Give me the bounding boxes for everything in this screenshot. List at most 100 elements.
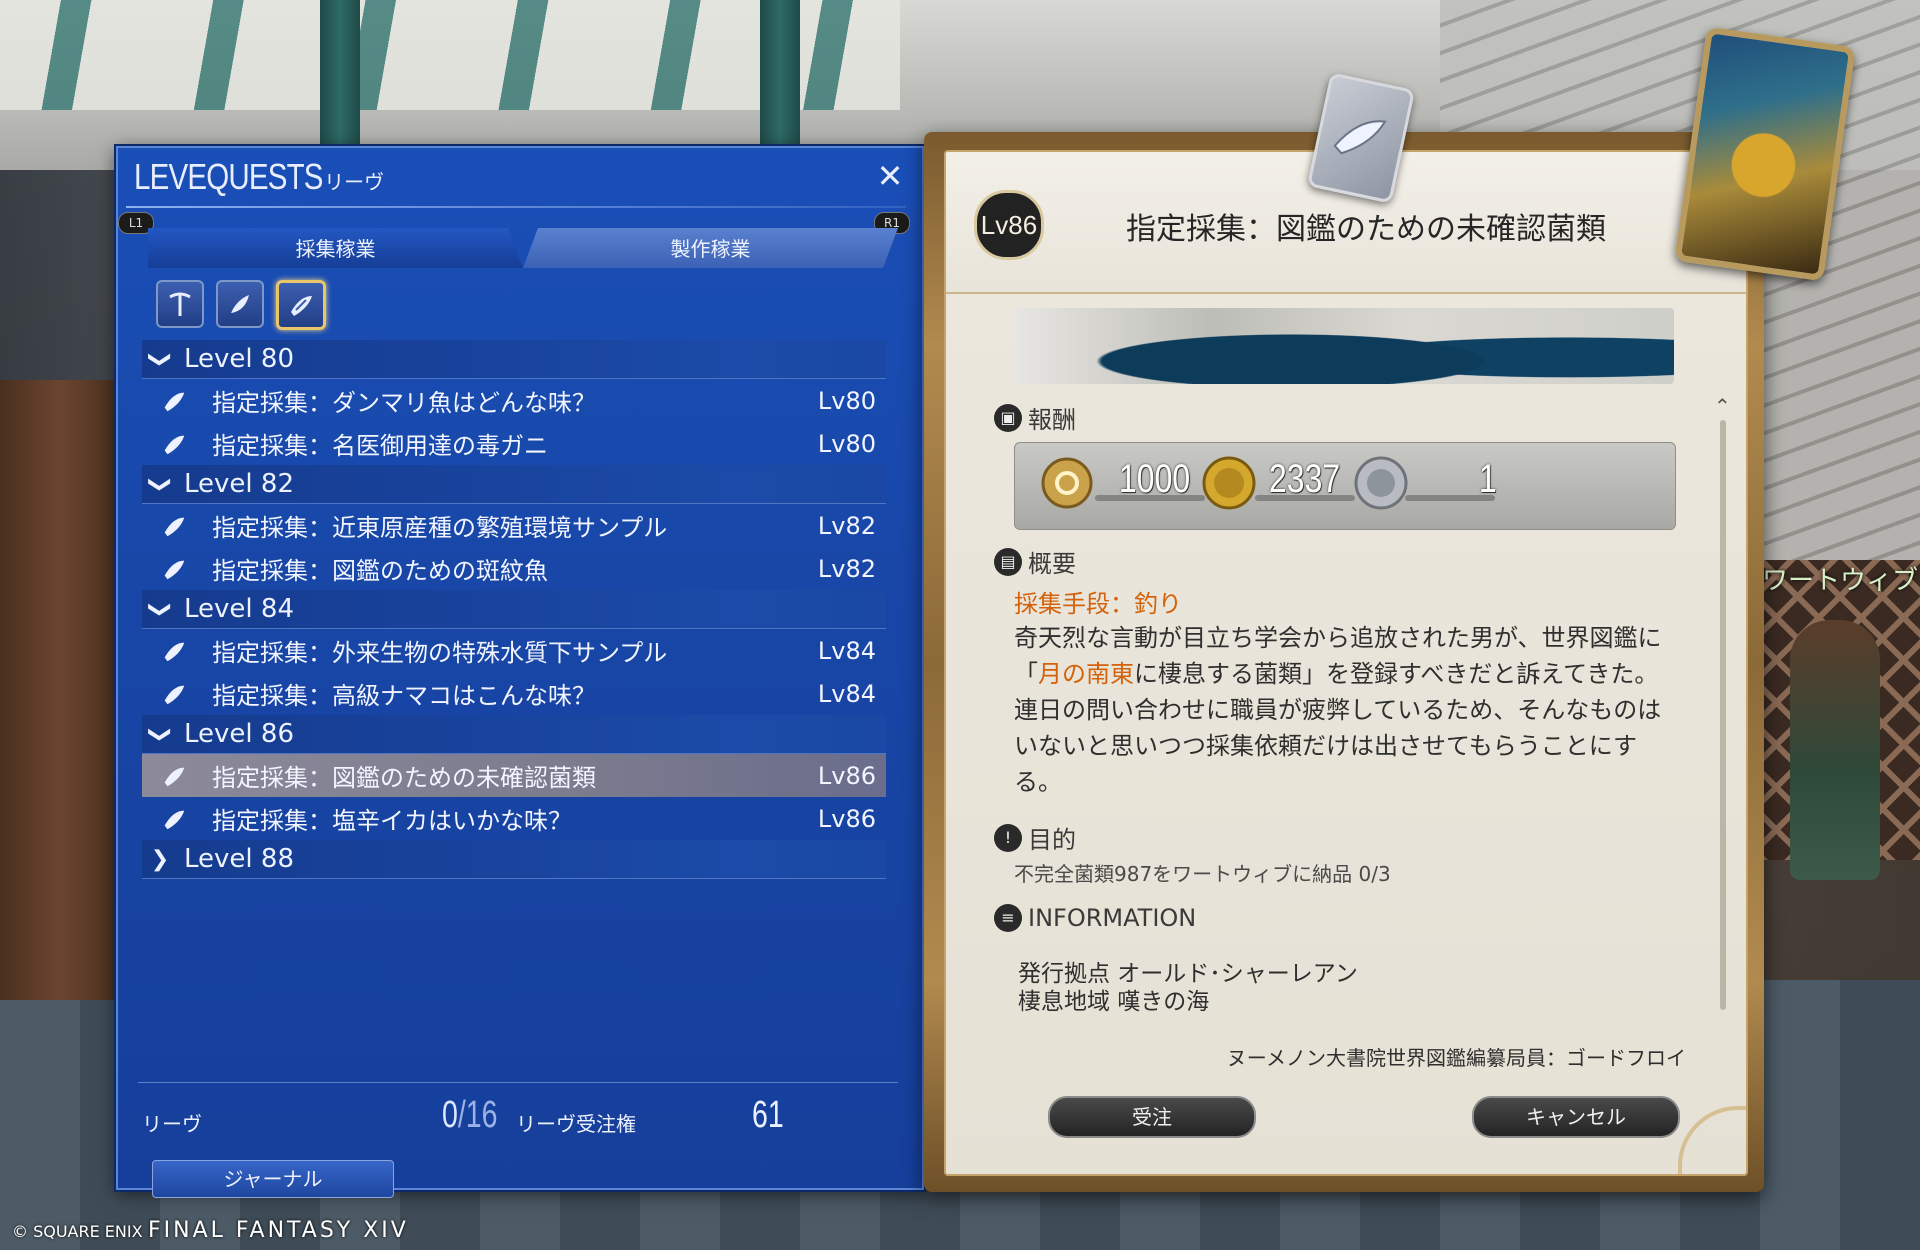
quest-name: 指定採集：ダンマリ魚はどんな味？	[212, 389, 596, 417]
fishing-icon	[164, 767, 185, 786]
level-group-header[interactable]: ❯ Level 88	[142, 840, 886, 879]
list-item-selected[interactable]: 指定採集：図鑑のための未確認菌類 Lv86	[142, 754, 886, 797]
reward-underline	[1255, 495, 1355, 501]
rewards-heading: ▣ 報酬	[994, 400, 1076, 435]
quest-name: 指定採集：塩辛イカはいかな味？	[212, 807, 572, 835]
description-line: いないと思いつつ採集依頼だけは出させてもらうことにす	[1014, 732, 1638, 760]
reward-box-icon: ▣	[994, 403, 1022, 432]
levequest-window: LEVEQUESTS リーヴ ✕ L1 R1 採集稼業 製作稼業 ❯ Level…	[116, 146, 924, 1198]
information-heading: ≡ INFORMATION	[994, 904, 1196, 932]
fishing-icon	[291, 296, 312, 316]
close-button[interactable]: ✕	[872, 158, 908, 194]
class-filter-row	[156, 280, 326, 330]
tab-gathering[interactable]: 採集稼業	[148, 228, 523, 268]
level-badge: Lv86	[974, 190, 1044, 260]
quest-name: 指定採集：名医御用達の毒ガニ	[212, 432, 548, 460]
miner-filter-button[interactable]	[156, 280, 204, 328]
scrollbar[interactable]	[1720, 420, 1726, 1010]
quest-title: 指定採集：図鑑のための未確認菌類	[1126, 212, 1606, 247]
cancel-button[interactable]: キャンセル	[1472, 1096, 1680, 1138]
exp-icon	[1041, 457, 1093, 509]
reward-underline	[1405, 495, 1495, 501]
book-icon: ▤	[994, 547, 1022, 576]
scroll-up-icon[interactable]: ⌃	[1714, 394, 1731, 418]
description-text: 「	[1014, 660, 1038, 688]
window-subtitle: リーヴ	[324, 170, 385, 194]
reward-gil[interactable]	[1201, 455, 1257, 511]
level-group-header[interactable]: ❯ Level 86	[142, 715, 886, 754]
list-item[interactable]: 指定採集：ダンマリ魚はどんな味？ Lv80	[142, 379, 886, 422]
level-group-header[interactable]: ❯ Level 84	[142, 590, 886, 629]
botanist-filter-button[interactable]	[216, 280, 264, 328]
gil-icon	[1202, 456, 1256, 510]
quest-issuer: ヌーメノン大書院世界図鑑編纂局員：ゴードフロイ	[1226, 1046, 1686, 1070]
quest-level: Lv80	[817, 386, 876, 415]
description-line: 「月の南東に棲息する菌類」を登録すべきだと訴えてきた。	[1014, 656, 1694, 692]
footer: リーヴ 0/16 リーヴ受注権 61 ジャーナル	[142, 1092, 902, 1198]
reward-seal[interactable]	[1353, 455, 1409, 511]
quest-level: Lv84	[817, 679, 876, 708]
fisher-filter-button[interactable]	[276, 280, 326, 330]
quest-name: 指定採集：図鑑のための斑紋魚	[212, 557, 548, 585]
list-item[interactable]: 指定採集：高級ナマコはこんな味？ Lv84	[142, 672, 886, 715]
frame-ornament	[1678, 1106, 1746, 1174]
description-text: に棲息する菌類」を登録すべきだと訴えてきた。	[1134, 660, 1659, 688]
accept-button[interactable]: 受注	[1048, 1096, 1256, 1138]
background-railing	[0, 380, 120, 1000]
level-group-label: Level 88	[184, 844, 294, 874]
document-icon: ≡	[994, 904, 1022, 932]
description-line: 連日の問い合わせに職員が疲弊しているため、そんなものは	[1014, 696, 1662, 724]
objective-text: 不完全菌類987をワートウィブに納品 0/3	[1014, 862, 1391, 886]
tab-bar: 採集稼業 製作稼業	[148, 228, 898, 268]
fishing-icon	[1333, 120, 1387, 155]
list-item[interactable]: 指定採集：外来生物の特殊水質下サンプル Lv84	[142, 629, 886, 672]
fishing-icon	[164, 560, 185, 579]
objective-heading: ! 目的	[994, 820, 1076, 855]
quest-level: Lv80	[817, 429, 876, 458]
level-group-label: Level 86	[184, 719, 294, 749]
tab-crafting[interactable]: 製作稼業	[523, 228, 898, 268]
level-group-label: Level 80	[184, 344, 294, 374]
exclamation-icon: !	[994, 823, 1022, 852]
window-title-row: LEVEQUESTS リーヴ	[134, 156, 384, 206]
list-item[interactable]: 指定採集：近東原産種の繁殖環境サンプル Lv82	[142, 504, 886, 547]
list-item[interactable]: 指定採集：名医御用達の毒ガニ Lv80	[142, 422, 886, 465]
fishing-icon	[164, 517, 185, 536]
game-logo: FINAL FANTASY XIV	[148, 1218, 409, 1243]
description-line: る。	[1014, 768, 1062, 796]
description-highlight: 月の南東	[1038, 660, 1134, 688]
rewards-heading-label: 報酬	[1028, 406, 1076, 434]
rewards-box: 1000 2337 1	[1014, 442, 1676, 530]
list-item[interactable]: 指定採集：塩辛イカはいかな味？ Lv86	[142, 797, 886, 840]
leves-current: 0	[442, 1094, 458, 1136]
level-group-label: Level 82	[184, 469, 294, 499]
leves-label: リーヴ	[142, 1112, 202, 1136]
fishing-icon	[164, 685, 185, 704]
journal-button[interactable]: ジャーナル	[152, 1160, 394, 1198]
quest-level: Lv84	[817, 636, 876, 665]
title-divider	[126, 206, 906, 208]
allowances-label: リーヴ受注権	[516, 1112, 636, 1136]
seal-icon	[1354, 456, 1408, 510]
level-group-header[interactable]: ❯ Level 82	[142, 465, 886, 504]
leves-separator: /	[457, 1094, 466, 1136]
gathering-method: 採集手段：釣り	[1014, 590, 1182, 618]
habitat-location: 棲息地域 嘆きの海	[1018, 989, 1210, 1015]
quest-level: Lv82	[817, 554, 876, 583]
chevron-right-icon: ❯	[150, 846, 170, 872]
quest-description: 奇天烈な言動が目立ち学会から追放された男が、世界図鑑に 「月の南東に棲息する菌類…	[1014, 620, 1694, 800]
levequest-list: ❯ Level 80 指定採集：ダンマリ魚はどんな味？ Lv80 指定採集：名医…	[142, 340, 886, 879]
npc-figure[interactable]	[1790, 620, 1880, 880]
list-item[interactable]: 指定採集：図鑑のための斑紋魚 Lv82	[142, 547, 886, 590]
level-group-label: Level 84	[184, 594, 294, 624]
level-group-header[interactable]: ❯ Level 80	[142, 340, 886, 379]
quest-level: Lv86	[817, 761, 876, 790]
quest-banner-image	[1014, 308, 1674, 384]
summary-heading: ▤ 概要	[994, 544, 1076, 579]
leves-max: 16	[465, 1094, 498, 1136]
quest-name: 指定採集：高級ナマコはこんな味？	[212, 682, 596, 710]
reward-exp[interactable]	[1039, 455, 1095, 511]
description-line: 奇天烈な言動が目立ち学会から追放された男が、世界図鑑に	[1014, 624, 1662, 652]
objective-heading-label: 目的	[1028, 826, 1076, 854]
pickaxe-icon	[169, 292, 191, 316]
